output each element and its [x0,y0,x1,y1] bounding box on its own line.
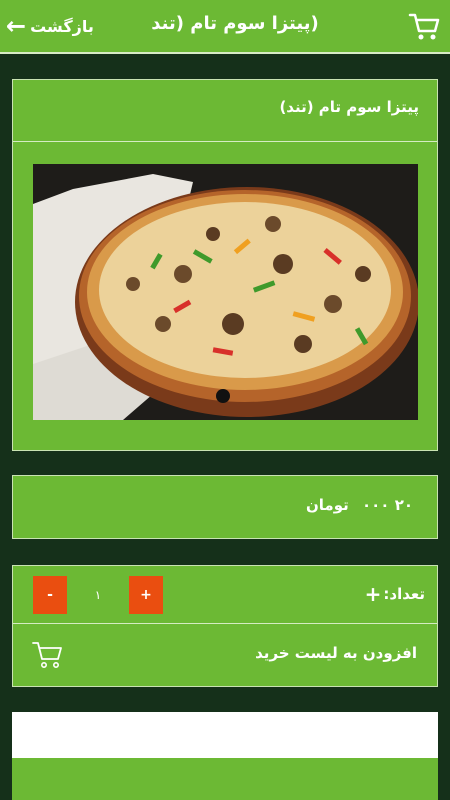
decrease-button[interactable]: - [33,576,67,614]
price-currency: تومان [305,496,349,514]
arrow-left-icon: ← [6,12,27,40]
bottom-card-body [12,758,438,800]
order-card: - ۱ + تعداد: + افزودن به لیست خرید [12,565,438,687]
cart-icon[interactable] [408,10,440,42]
product-name: پیتزا سوم تام (تند) [13,80,437,142]
product-card: پیتزا سوم تام (تند) [12,79,438,451]
price-card: ۲۰ ۰۰۰ تومان [12,475,438,539]
back-label: بازگشت [30,16,94,36]
quantity-label-text: تعداد: [383,585,425,603]
quantity-label: تعداد: + [365,582,425,606]
price-text: ۲۰ ۰۰۰ تومان [306,496,413,514]
quantity-row: - ۱ + تعداد: + [13,566,437,624]
pizza-photo [33,164,418,420]
page-title: (پیتزا سوم تام (تند [151,13,319,34]
cart-icon [32,642,62,668]
back-button[interactable]: ← بازگشت [6,10,94,42]
add-to-cart-label: افزودن به لیست خرید [255,644,417,662]
top-bar: ← بازگشت (پیتزا سوم تام (تند [0,0,450,54]
add-to-cart-button[interactable]: افزودن به لیست خرید [13,624,437,688]
bottom-card-header [12,712,438,758]
quantity-value: ۱ [94,588,102,602]
plus-icon: + [364,582,382,606]
bottom-card [12,712,438,800]
price-amount: ۲۰ ۰۰۰ [361,496,413,514]
increase-button[interactable]: + [129,576,163,614]
